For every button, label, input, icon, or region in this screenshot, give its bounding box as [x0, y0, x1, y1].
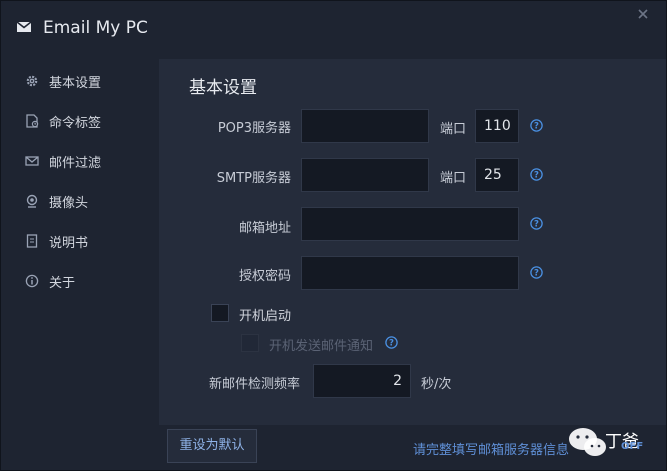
svg-text:?: ?	[534, 171, 539, 181]
svg-text:?: ?	[389, 339, 394, 349]
mail-icon	[25, 156, 39, 166]
sidebar-item-basic-settings[interactable]: 基本设置	[1, 61, 159, 101]
info-icon	[25, 274, 39, 288]
sidebar-item-manual[interactable]: 说明书	[1, 221, 159, 261]
smtp-server-label: SMTP服务器	[216, 171, 291, 186]
smtp-port-label: 端口	[440, 171, 467, 186]
help-icon[interactable]: ?	[530, 119, 543, 132]
auth-password-input[interactable]	[301, 256, 519, 290]
autostart-checkbox[interactable]	[211, 304, 229, 322]
tag-document-icon	[26, 114, 39, 128]
email-address-label: 邮箱地址	[238, 221, 291, 236]
email-address-input[interactable]	[301, 207, 519, 241]
help-icon[interactable]: ?	[385, 336, 398, 349]
help-icon[interactable]: ?	[530, 217, 543, 230]
sidebar-item-mail-filter[interactable]: 邮件过滤	[1, 141, 159, 181]
app-window: Email My PC 基本设置 命令标签 邮件过滤 摄像头 说明书 关于 基本…	[0, 0, 667, 471]
pop3-port-input[interactable]	[475, 109, 519, 143]
startup-notify-checkbox[interactable]	[241, 334, 259, 352]
sidebar-item-label: 命令标签	[49, 116, 102, 131]
pop3-server-input[interactable]	[301, 109, 429, 143]
sidebar-item-label: 说明书	[49, 236, 89, 251]
status-hint: 请完整填写邮箱服务器信息	[413, 443, 570, 458]
book-icon	[26, 234, 38, 248]
help-icon[interactable]: ?	[530, 168, 543, 181]
sidebar-item-label: 邮件过滤	[49, 156, 102, 171]
sidebar-item-camera[interactable]: 摄像头	[1, 181, 159, 221]
svg-text:?: ?	[534, 269, 539, 279]
svg-text:?: ?	[534, 122, 539, 132]
frequency-unit-label: 秒/次	[421, 377, 452, 392]
close-icon[interactable]	[637, 8, 649, 20]
sidebar-item-about[interactable]: 关于	[1, 261, 159, 301]
window-title: Email My PC	[43, 18, 148, 38]
sidebar-item-command-tags[interactable]: 命令标签	[1, 101, 159, 141]
smtp-server-input[interactable]	[301, 158, 429, 192]
title-bar: Email My PC	[1, 1, 666, 59]
camera-icon	[26, 194, 38, 208]
sidebar: 基本设置 命令标签 邮件过滤 摄像头 说明书 关于	[1, 59, 159, 470]
sidebar-item-label: 关于	[49, 276, 76, 291]
startup-notify-label: 开机发送邮件通知	[269, 339, 374, 354]
auth-password-label: 授权密码	[238, 269, 291, 284]
pop3-server-label: POP3服务器	[217, 121, 291, 136]
reset-default-button[interactable]: 重设为默认	[167, 429, 257, 463]
svg-text:?: ?	[534, 220, 539, 230]
help-icon[interactable]: ?	[530, 266, 543, 279]
watermark-sub-text: OFF	[621, 441, 644, 452]
sidebar-item-label: 基本设置	[49, 76, 102, 91]
page-title: 基本设置	[189, 78, 257, 98]
autostart-label: 开机启动	[239, 309, 292, 324]
gear-icon	[26, 75, 38, 87]
envelope-icon	[17, 22, 31, 32]
sidebar-item-label: 摄像头	[49, 196, 89, 211]
smtp-port-input[interactable]	[475, 158, 519, 192]
check-frequency-label: 新邮件检测频率	[209, 377, 301, 392]
pop3-port-label: 端口	[440, 122, 467, 137]
check-frequency-input[interactable]	[313, 364, 411, 398]
